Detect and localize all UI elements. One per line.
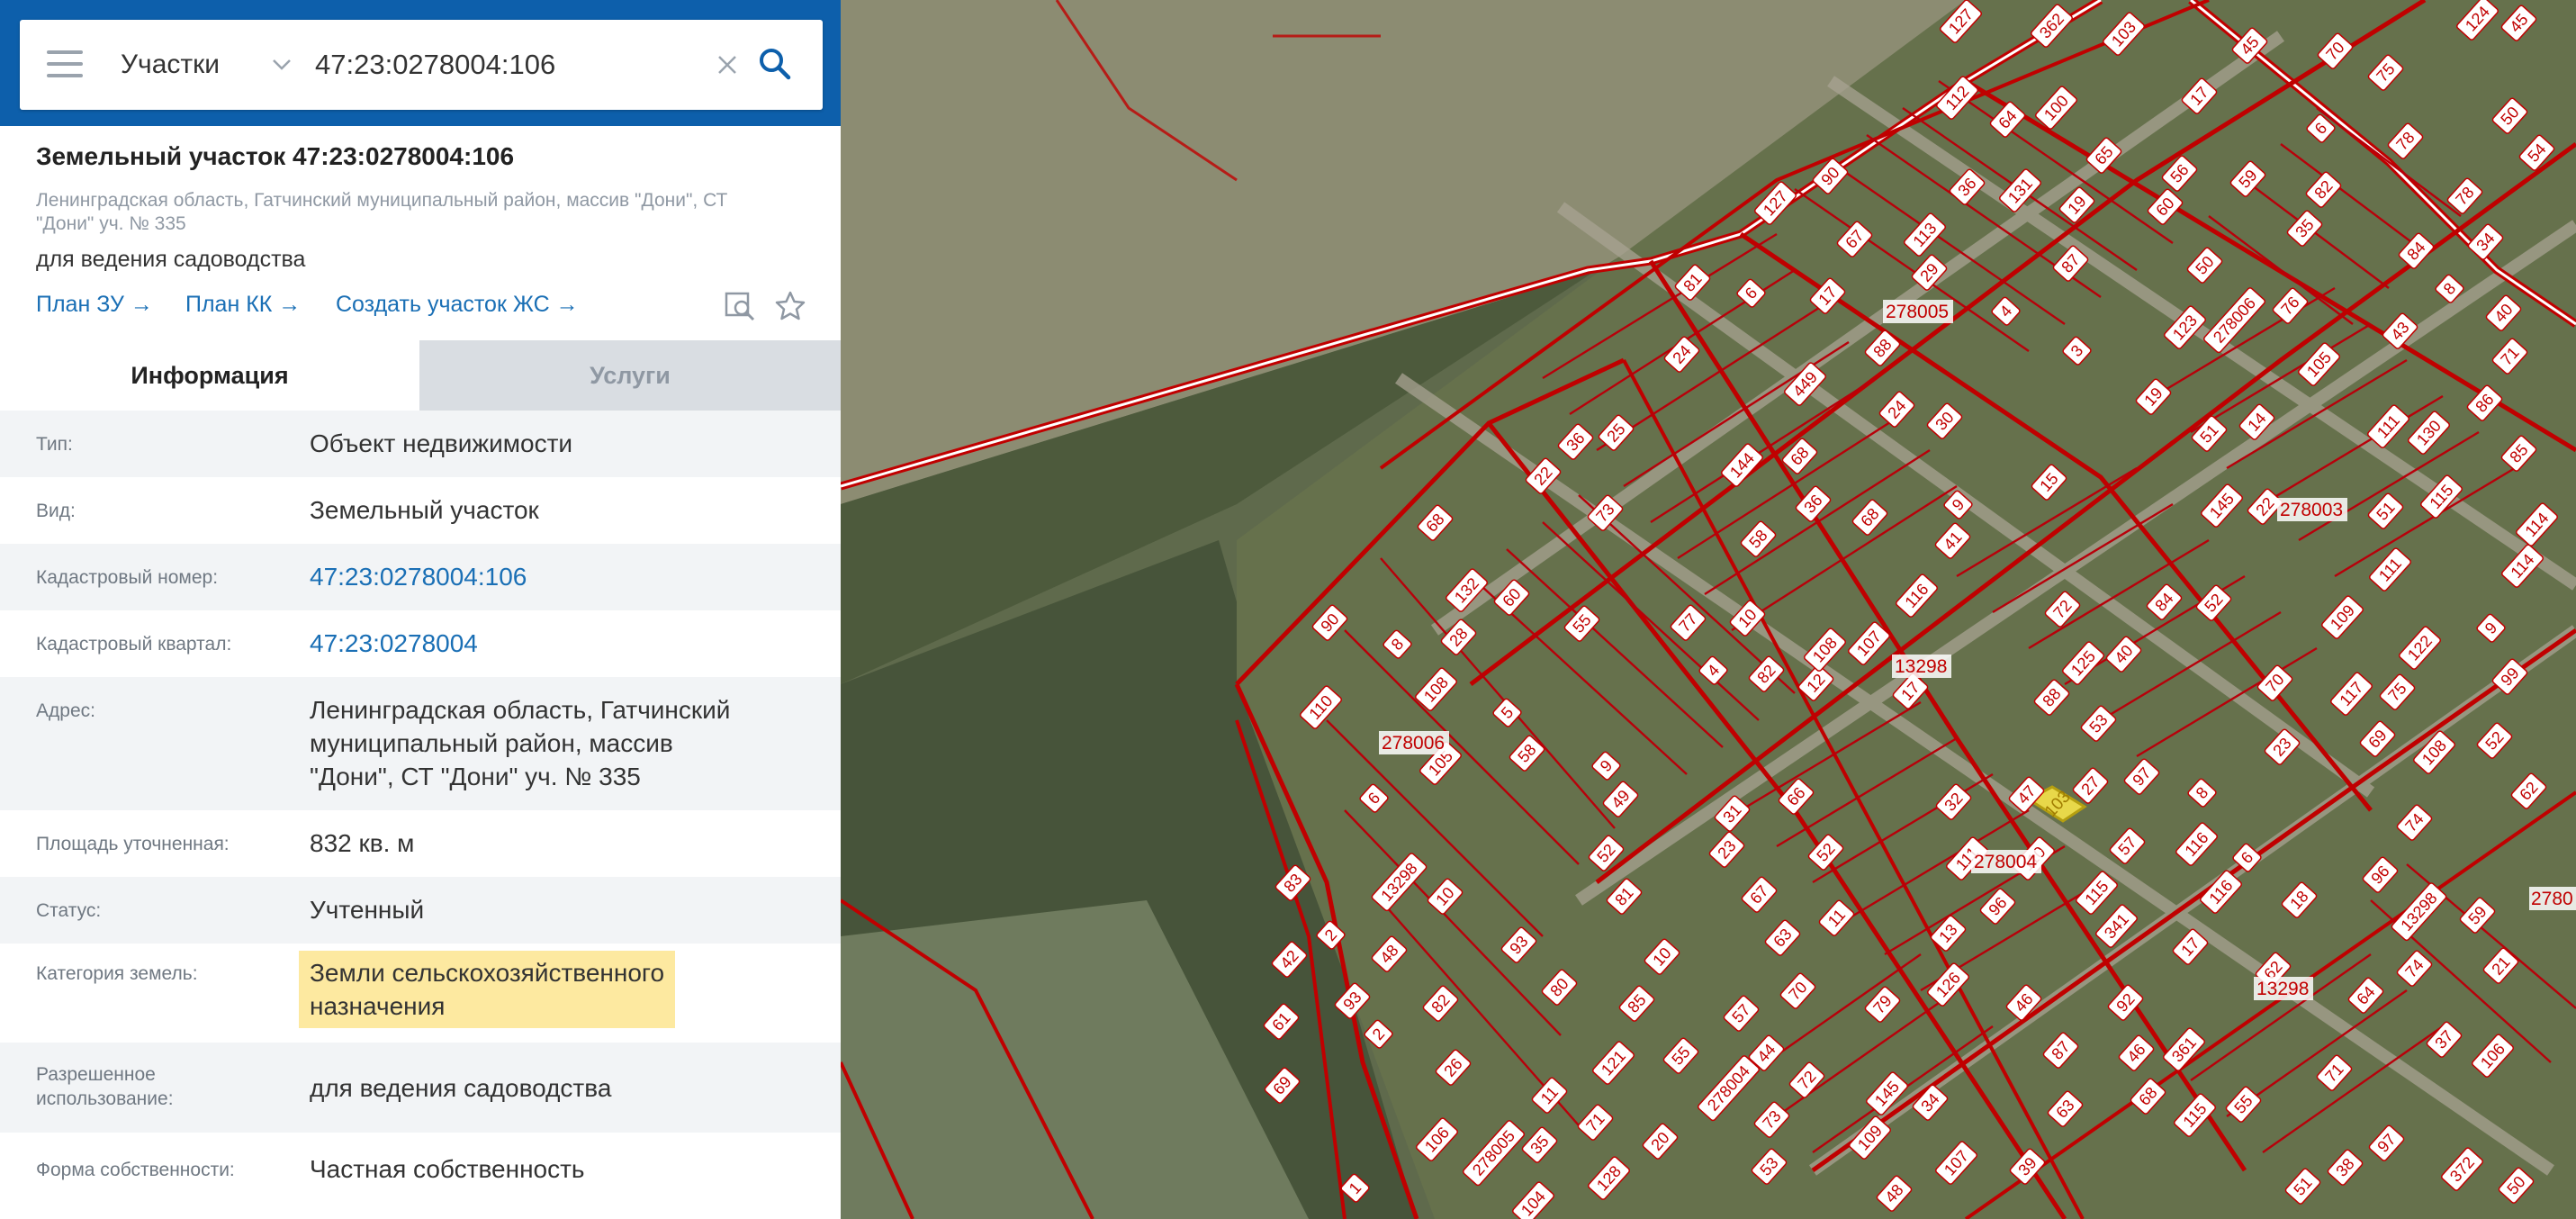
quarter-label: 278006: [1379, 731, 1449, 754]
svg-text:278005: 278005: [1886, 302, 1949, 322]
value-line: назначения: [310, 992, 446, 1020]
svg-text:13298: 13298: [1895, 656, 1947, 677]
cadastral-number-link[interactable]: 47:23:0278004:106: [310, 560, 814, 593]
quarter-label: 278004: [1971, 850, 2041, 873]
row-label: Статус:: [36, 900, 102, 921]
land-category-value: Земли сельскохозяйственного назначения: [299, 951, 814, 1028]
row-label: Категория земель:: [36, 963, 198, 984]
tab-information[interactable]: Информация: [0, 340, 419, 411]
plan-kk-link[interactable]: План КК →: [185, 292, 301, 318]
search-bar: Участки: [0, 0, 841, 126]
info-row: Адрес: Ленинградская область, Гатчинский…: [0, 677, 841, 810]
address-line: Ленинградская область, Гатчинский муници…: [36, 190, 728, 211]
create-parcel-link[interactable]: Создать участок ЖС →: [336, 292, 579, 318]
info-row: Площадь уточненная: 832 кв. м: [0, 810, 841, 877]
map-canvas[interactable]: 1210993100171911637234431624225268278657…: [841, 0, 2576, 1219]
svg-text:2780: 2780: [2531, 889, 2573, 909]
info-row: Кадастровый квартал: 47:23:0278004: [0, 610, 841, 677]
object-type-select[interactable]: Участки: [121, 20, 220, 110]
object-address: Ленинградская область, Гатчинский муници…: [36, 189, 792, 236]
search-box: Участки: [20, 20, 823, 110]
object-title: Земельный участок 47:23:0278004:106: [36, 142, 515, 170]
info-row: Форма собственности: Частная собственнос…: [0, 1133, 841, 1219]
hamburger-menu-icon[interactable]: [47, 50, 83, 79]
quarter-label: 278003: [2277, 498, 2347, 521]
plan-zu-link[interactable]: План ЗУ →: [36, 292, 153, 318]
row-label: Площадь уточненная:: [36, 834, 230, 854]
row-label: Адрес:: [36, 700, 95, 721]
row-label: Тип:: [36, 434, 73, 455]
info-row: Разрешенное использование: для ведения с…: [0, 1043, 841, 1133]
tab-services[interactable]: Услуги: [419, 340, 841, 411]
value-line: Ленинградская область, Гатчинский: [310, 696, 731, 724]
search-input[interactable]: [315, 40, 711, 90]
label-line: Разрешенное: [36, 1064, 156, 1085]
value-line: Земли сельскохозяйственного: [310, 959, 665, 987]
highlight-badge: Земли сельскохозяйственного назначения: [299, 951, 676, 1028]
address-line: "Дони" уч. № 335: [36, 213, 186, 234]
value-line: муниципальный район, массив: [310, 729, 673, 757]
cadastral-quarter-link[interactable]: 47:23:0278004: [310, 627, 814, 660]
row-label: Разрешенное использование:: [36, 1062, 288, 1111]
svg-text:278004: 278004: [1974, 852, 2037, 872]
info-row: Категория земель: Земли сельскохозяйстве…: [0, 944, 841, 1043]
info-row: Вид: Земельный участок: [0, 477, 841, 544]
info-row: Тип: Объект недвижимости: [0, 411, 841, 477]
svg-text:278003: 278003: [2280, 500, 2343, 520]
search-icon[interactable]: [756, 45, 794, 83]
row-value: Частная собственность: [310, 1155, 585, 1183]
info-panel: Участки Земельный участок 47:23:0278004:…: [0, 0, 841, 1219]
row-value: Объект недвижимости: [310, 429, 573, 457]
row-value: 832 кв. м: [310, 829, 415, 857]
row-value: Земельный участок: [310, 496, 539, 524]
info-row: Кадастровый номер: 47:23:0278004:106: [0, 544, 841, 610]
address-value: Ленинградская область, Гатчинский муници…: [310, 693, 814, 793]
row-label: Кадастровый квартал:: [36, 634, 232, 655]
row-label: Форма собственности:: [36, 1160, 235, 1180]
svg-text:13298: 13298: [2256, 979, 2309, 999]
star-icon[interactable]: [774, 290, 806, 322]
map-view[interactable]: 12 10 9 93 100 17 19 116 372 34 4 3 1 6 24 2 25 26 8 27 86 57…: [841, 0, 2576, 1219]
row-value: Учтенный: [310, 896, 425, 924]
road-label: 13298: [1892, 655, 1951, 678]
row-label: Кадастровый номер:: [36, 567, 219, 588]
quarter-label: 2780: [2529, 887, 2576, 910]
chevron-down-icon[interactable]: [270, 52, 293, 76]
label-line: использование:: [36, 1088, 174, 1109]
svg-text:278006: 278006: [1382, 733, 1445, 754]
road-label: 13298: [2254, 977, 2313, 1000]
tabs: Информация Услуги: [0, 340, 841, 411]
find-on-map-icon[interactable]: [724, 290, 756, 322]
row-value: для ведения садоводства: [310, 1074, 612, 1102]
info-row: Статус: Учтенный: [0, 877, 841, 944]
close-icon[interactable]: [711, 49, 743, 81]
value-line: "Дони", СТ "Дони" уч. № 335: [310, 763, 641, 790]
quarter-label: 278005: [1883, 300, 1953, 323]
row-label: Вид:: [36, 501, 76, 521]
object-purpose: для ведения садоводства: [36, 247, 306, 272]
